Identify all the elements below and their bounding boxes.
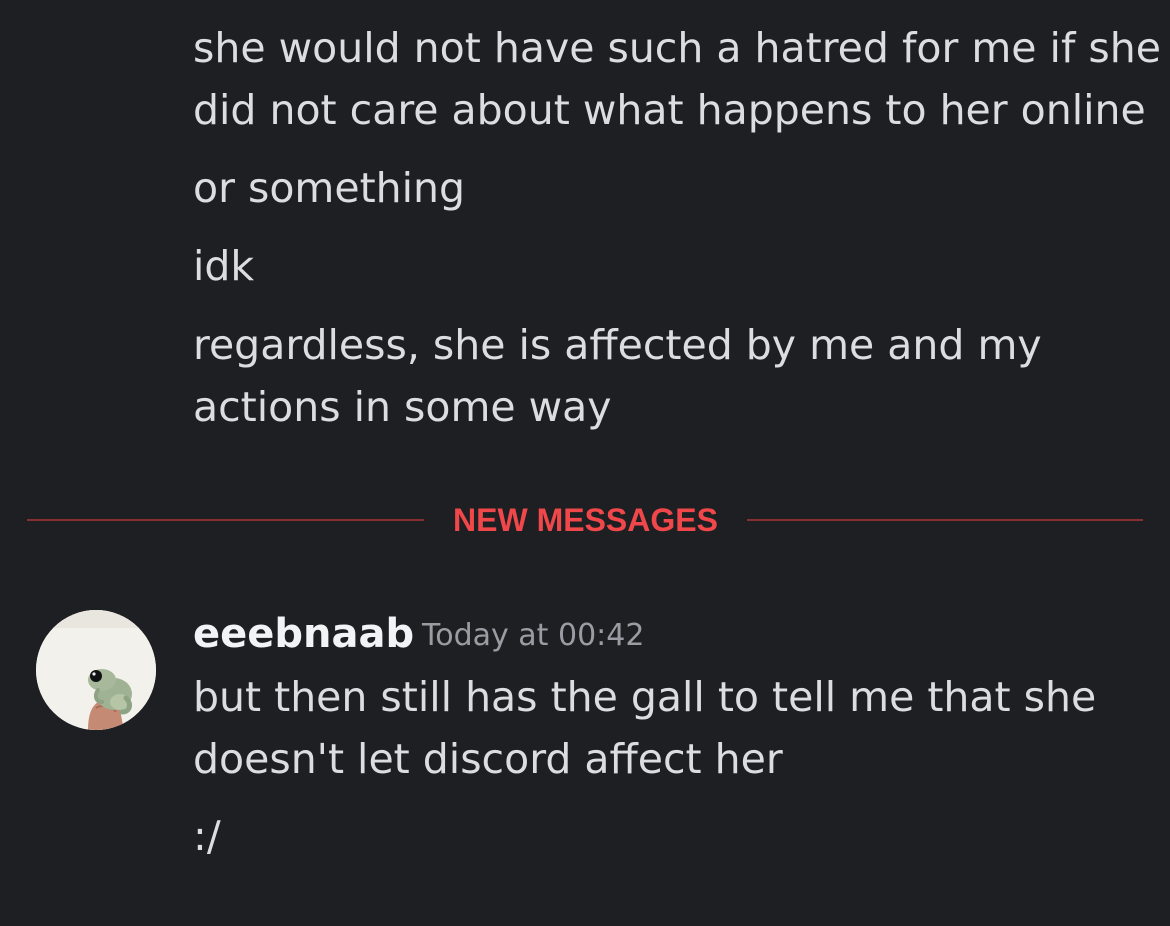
new-messages-label: NEW MESSAGES	[453, 502, 718, 538]
message-text-line: but then still has the gall to tell me t…	[193, 673, 1097, 721]
message-text-line: or something	[193, 164, 466, 212]
message-text-line: regardless, she is affected by me and my	[193, 321, 1042, 369]
message-text-line: did not care about what happens to her o…	[193, 86, 1146, 134]
divider-line	[27, 519, 424, 521]
username[interactable]: eeebnaab	[193, 606, 414, 662]
frog-avatar-icon	[36, 610, 156, 730]
divider-line	[747, 519, 1143, 521]
message-text-line: doesn't let discord affect her	[193, 735, 783, 783]
message-text-line: actions in some way	[193, 383, 612, 431]
message-timestamp: Today at 00:42	[422, 618, 645, 653]
message-text-line: idk	[193, 242, 255, 290]
avatar[interactable]	[36, 610, 156, 730]
message-text-line: :/	[193, 812, 221, 860]
message-text-line: she would not have such a hatred for me …	[193, 24, 1161, 72]
new-messages-divider: NEW MESSAGES	[27, 497, 1143, 543]
